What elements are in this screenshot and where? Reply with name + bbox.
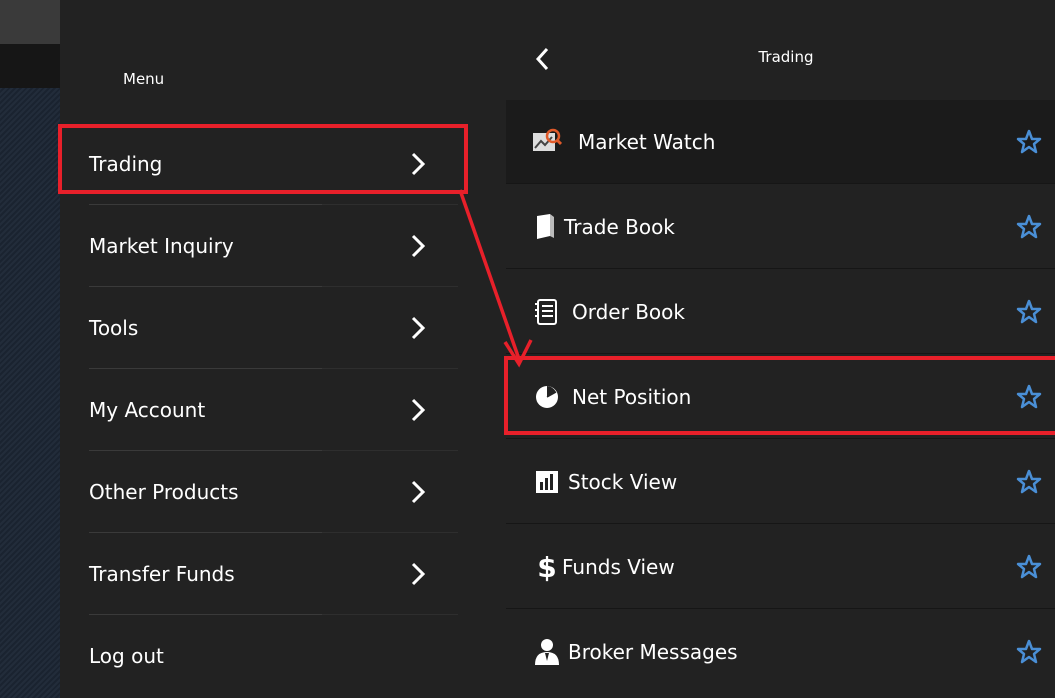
chart-magnifier-icon — [533, 128, 562, 151]
submenu-item-label: Net Position — [572, 384, 692, 409]
submenu-item-stock-view[interactable]: Stock View — [506, 440, 1055, 524]
main-menu-panel: Menu Trading Market Inquiry Tools My Acc… — [60, 0, 506, 698]
menu-item-log-out[interactable]: Log out — [60, 615, 470, 697]
background-bar — [0, 44, 60, 88]
submenu-item-label: Broker Messages — [568, 640, 738, 664]
dollar-icon: $ — [537, 552, 556, 582]
menu-item-label: Market Inquiry — [89, 234, 234, 258]
chevron-right-icon — [411, 234, 426, 258]
pie-chart-icon — [536, 385, 558, 408]
notebook-icon — [535, 298, 557, 325]
background-strip — [0, 0, 60, 698]
star-icon[interactable] — [1016, 299, 1042, 325]
menu-item-label: Transfer Funds — [89, 562, 235, 586]
book-icon — [537, 213, 554, 239]
submenu-title: Trading — [758, 48, 814, 66]
star-icon[interactable] — [1016, 469, 1042, 495]
star-icon[interactable] — [1016, 384, 1042, 410]
submenu-item-order-book[interactable]: Order Book — [506, 270, 1055, 354]
submenu-item-label: Market Watch — [578, 129, 716, 154]
chevron-right-icon — [411, 398, 426, 422]
submenu-item-label: Trade Book — [564, 214, 675, 239]
star-icon[interactable] — [1016, 639, 1042, 665]
menu-item-label: Log out — [89, 644, 164, 668]
menu-item-label: Other Products — [89, 480, 239, 504]
svg-text:$: $ — [537, 552, 556, 582]
menu-item-other-products[interactable]: Other Products — [60, 451, 470, 533]
submenu-item-market-watch[interactable]: Market Watch — [506, 100, 1055, 184]
submenu-item-broker-messages[interactable]: Broker Messages — [506, 610, 1055, 694]
menu-item-label: My Account — [89, 398, 206, 422]
submenu-item-trade-book[interactable]: Trade Book — [506, 185, 1055, 269]
menu-item-label: Trading — [89, 152, 163, 176]
chevron-right-icon — [411, 480, 426, 504]
submenu-item-label: Funds View — [562, 554, 675, 579]
menu-title: Menu — [123, 70, 165, 88]
menu-item-market-inquiry[interactable]: Market Inquiry — [60, 205, 470, 287]
chevron-right-icon — [411, 152, 426, 176]
menu-item-my-account[interactable]: My Account — [60, 369, 470, 451]
menu-item-tools[interactable]: Tools — [60, 287, 470, 369]
submenu-item-label: Stock View — [568, 469, 678, 494]
star-icon[interactable] — [1016, 554, 1042, 580]
submenu-item-label: Order Book — [572, 299, 685, 324]
submenu-item-funds-view[interactable]: $ Funds View — [506, 525, 1055, 609]
star-icon[interactable] — [1016, 129, 1042, 155]
menu-item-transfer-funds[interactable]: Transfer Funds — [60, 533, 470, 615]
background-toolbar — [0, 0, 60, 44]
trading-submenu-panel: Trading Market Watch Trade Book Order Bo… — [506, 0, 1055, 698]
submenu-item-net-position[interactable]: Net Position — [506, 355, 1055, 439]
bar-chart-icon — [536, 470, 558, 493]
chevron-right-icon — [411, 562, 426, 586]
chevron-right-icon — [411, 316, 426, 340]
menu-item-trading[interactable]: Trading — [60, 123, 470, 205]
submenu-header: Trading — [506, 0, 1055, 95]
broker-user-icon — [535, 639, 559, 665]
star-icon[interactable] — [1016, 214, 1042, 240]
menu-item-label: Tools — [89, 316, 139, 340]
